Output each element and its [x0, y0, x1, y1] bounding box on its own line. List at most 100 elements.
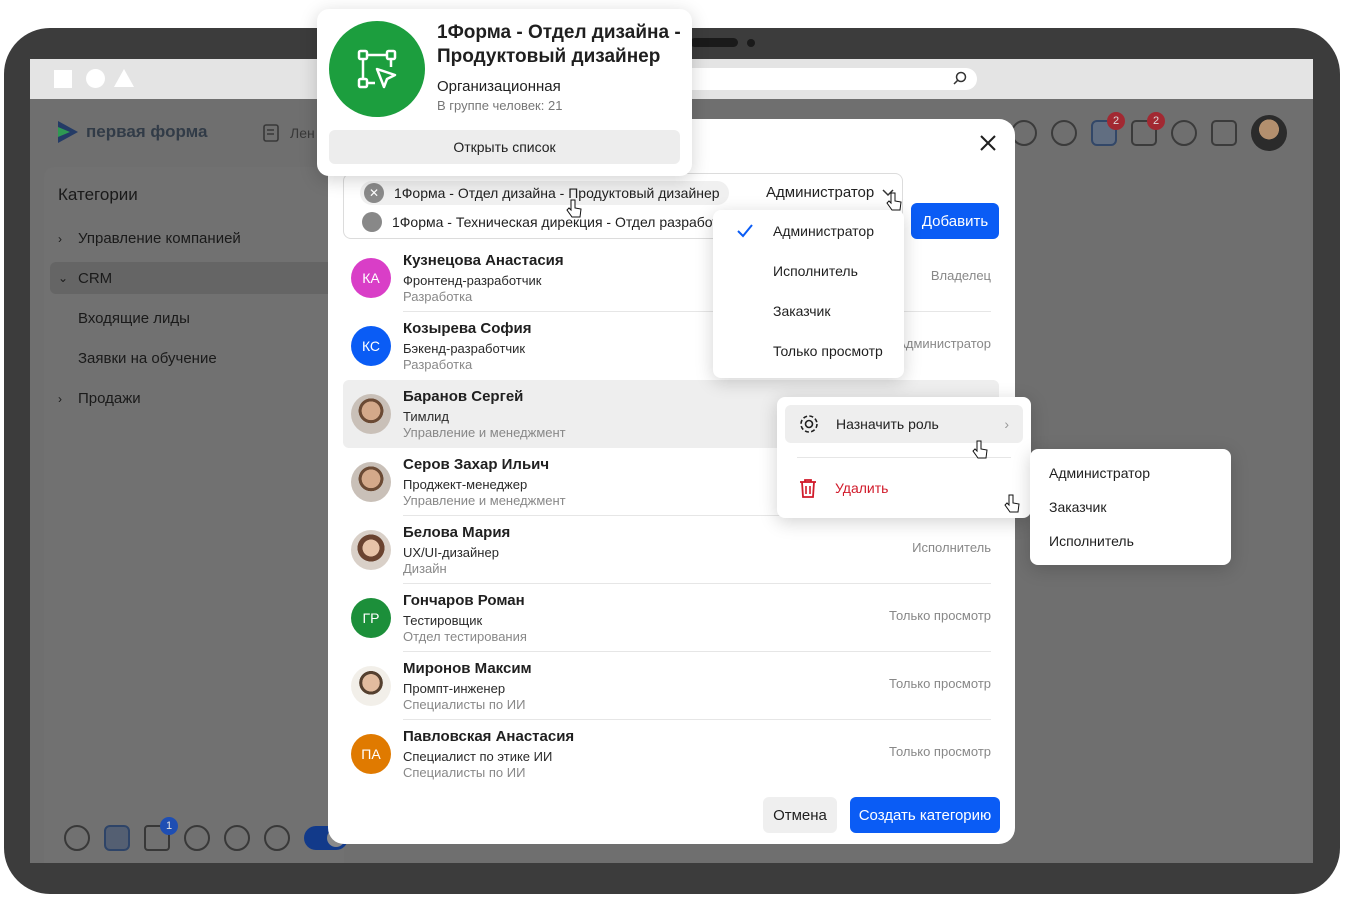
role-option-admin[interactable]: Администратор — [773, 223, 874, 239]
star-chat-icon[interactable] — [1051, 120, 1077, 146]
member-dept: Управление и менеджмент — [403, 425, 566, 440]
avatar — [351, 666, 391, 706]
alerts-icon[interactable]: 2 — [1091, 112, 1125, 146]
member-role[interactable]: Исполнитель — [912, 540, 991, 555]
member-row[interactable]: Белова Мария UX/UI-дизайнер Дизайн Испол… — [343, 516, 999, 584]
avatar: КС — [351, 326, 391, 366]
group-count: В группе человек: 21 — [437, 98, 563, 113]
database-icon[interactable] — [104, 825, 130, 851]
role-option-viewonly[interactable]: Только просмотр — [773, 343, 883, 359]
member-position: Специалист по этике ИИ — [403, 749, 553, 764]
role-dropdown-menu: Администратор Исполнитель Заказчик Тольк… — [713, 210, 904, 378]
selected-group-tag[interactable]: ✕ 1Форма - Отдел дизайна - Продуктовый д… — [360, 181, 729, 205]
sidebar-item-label: Продажи — [78, 390, 141, 407]
tag-label: 1Форма - Техническая дирекция - Отдел ра… — [392, 214, 716, 230]
member-role[interactable]: Только просмотр — [889, 608, 991, 623]
sidebar-item-sales[interactable]: › Продажи — [58, 390, 141, 407]
member-name: Баранов Сергей — [403, 388, 524, 405]
role-select-value: Администратор — [766, 184, 875, 201]
nav-feed-label: Лен — [290, 125, 315, 141]
member-position: Проджект-менеджер — [403, 477, 528, 492]
logo[interactable]: первая форма — [58, 121, 207, 143]
group-type: Организационная — [437, 78, 561, 95]
hand-cursor-icon — [886, 192, 902, 211]
book-icon[interactable] — [224, 825, 250, 851]
help-icon[interactable] — [1171, 120, 1197, 146]
member-name: Павловская Анастасия — [403, 728, 575, 745]
group-info-popover: 1Форма - Отдел дизайна - Продуктовый диз… — [317, 9, 692, 176]
gear-icon — [800, 415, 818, 433]
address-bar[interactable] — [650, 68, 977, 90]
member-dept: Отдел тестирования — [403, 629, 527, 644]
selected-group-tag[interactable]: 1Форма - Техническая дирекция - Отдел ра… — [362, 211, 716, 233]
sidebar-item-label: Управление компанией — [78, 230, 241, 247]
alerts-badge: 2 — [1107, 112, 1125, 130]
tasks-icon[interactable]: 2 — [1131, 112, 1165, 146]
close-icon[interactable] — [978, 133, 998, 153]
member-dept: Специалисты по ИИ — [403, 765, 526, 780]
remove-tag-icon[interactable]: ✕ — [364, 183, 384, 203]
role-option-customer[interactable]: Заказчик — [773, 303, 831, 319]
logo-text: первая форма — [86, 122, 208, 141]
create-category-button[interactable]: Создать категорию — [850, 797, 1000, 833]
member-dept: Разработка — [403, 289, 473, 304]
member-dept: Специалисты по ИИ — [403, 697, 526, 712]
member-name: Серов Захар Ильич — [403, 456, 550, 473]
avatar — [351, 462, 391, 502]
member-dept: Дизайн — [403, 561, 447, 576]
assign-role-submenu: Администратор Заказчик Исполнитель — [1030, 449, 1231, 565]
member-name: Кузнецова Анастасия — [403, 252, 564, 269]
circle-shape-icon — [86, 69, 105, 88]
submenu-option-customer[interactable]: Заказчик — [1049, 499, 1107, 515]
nav-feed[interactable]: Лен — [262, 123, 315, 143]
check-icon — [737, 224, 753, 238]
member-row[interactable]: ГР Гончаров Роман Тестировщик Отдел тест… — [343, 584, 999, 652]
sidebar-item-crm[interactable]: ⌄ CRM — [50, 262, 340, 294]
member-role[interactable]: Администратор — [897, 336, 991, 351]
member-row[interactable]: Миронов Максим Промпт-инженер Специалист… — [343, 652, 999, 720]
cancel-button[interactable]: Отмена — [763, 797, 837, 833]
camera-dot — [747, 39, 755, 47]
member-role[interactable]: Только просмотр — [889, 744, 991, 759]
submenu-option-admin[interactable]: Администратор — [1049, 465, 1150, 481]
open-list-button[interactable]: Открыть список — [329, 130, 680, 164]
chevron-right-icon: › — [58, 231, 62, 246]
member-name: Гончаров Роман — [403, 592, 525, 609]
calendar-icon[interactable] — [1211, 120, 1237, 146]
member-role[interactable]: Владелец — [931, 268, 991, 283]
select-shape-icon — [357, 49, 397, 89]
sidebar: Категории › Управление компанией ⌄ CRM Вхо… — [44, 167, 348, 863]
logo-icon — [58, 121, 78, 143]
member-name: Миронов Максим — [403, 660, 532, 677]
star-icon[interactable] — [64, 825, 90, 851]
pie-chart-icon[interactable] — [184, 825, 210, 851]
hand-cursor-icon — [566, 199, 582, 218]
user-avatar[interactable] — [1251, 115, 1287, 151]
tasks-badge: 2 — [1147, 112, 1165, 130]
trash-icon — [800, 479, 816, 498]
sidebar-subitem-training[interactable]: Заявки на обучение — [78, 350, 217, 367]
role-select[interactable]: Администратор — [766, 184, 894, 201]
member-dept: Управление и менеджмент — [403, 493, 566, 508]
search-icon[interactable] — [953, 71, 967, 85]
top-toolbar: 2 2 — [1011, 112, 1287, 151]
avatar: ГР — [351, 598, 391, 638]
sidebar-subitem-leads[interactable]: Входящие лиды — [78, 310, 190, 327]
member-position: Промпт-инженер — [403, 681, 506, 696]
member-row[interactable]: ПА Павловская Анастасия Специалист по эт… — [343, 720, 999, 788]
gear-icon[interactable] — [264, 825, 290, 851]
role-option-executor[interactable]: Исполнитель — [773, 263, 858, 279]
group-title: 1Форма - Отдел дизайна - Продуктовый диз… — [437, 22, 681, 67]
submenu-option-executor[interactable]: Исполнитель — [1049, 533, 1134, 549]
chevron-right-icon: › — [58, 391, 62, 406]
hand-cursor-icon — [1004, 494, 1020, 513]
member-position: Тестировщик — [403, 613, 483, 628]
assign-role-item[interactable]: Назначить роль › — [785, 405, 1023, 443]
add-button[interactable]: Добавить — [911, 203, 999, 239]
mail-icon[interactable]: 1 — [144, 817, 178, 851]
assign-role-label: Назначить роль — [836, 416, 939, 432]
delete-item[interactable]: Удалить — [797, 477, 888, 499]
sidebar-item-company[interactable]: › Управление компанией — [58, 230, 241, 247]
hand-cursor-icon — [972, 440, 988, 459]
member-role[interactable]: Только просмотр — [889, 676, 991, 691]
